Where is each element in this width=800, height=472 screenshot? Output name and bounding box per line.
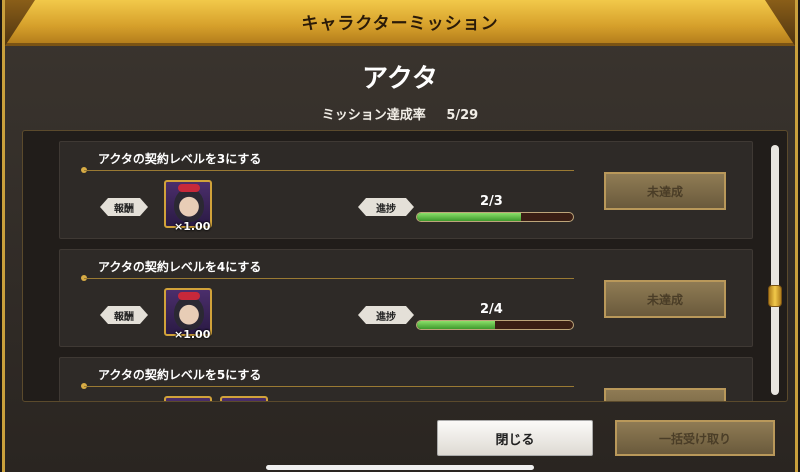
progress-ratio: 2/3 bbox=[480, 194, 503, 209]
progress-bar bbox=[416, 320, 574, 330]
achievement-value: 5/29 bbox=[446, 108, 479, 123]
progress-tag: 進捗 bbox=[358, 198, 414, 216]
progress-ratio: 2/4 bbox=[480, 302, 503, 317]
ribbon-icon bbox=[178, 292, 200, 300]
mission-list[interactable]: アクタの契約レベルを3にする 報酬 ×1.00 進捗 2/3 未達成 アクタの契… bbox=[22, 130, 788, 402]
progress-bar bbox=[416, 212, 574, 222]
reward-item-icon[interactable] bbox=[220, 396, 268, 401]
reward-quantity: ×1.00 bbox=[174, 328, 211, 341]
divider bbox=[84, 170, 574, 171]
mission-card: アクタの契約レベルを4にする 報酬 ×1.00 進捗 2/4 未達成 bbox=[59, 249, 753, 347]
divider bbox=[84, 386, 574, 387]
mission-card: アクタの契約レベルを3にする 報酬 ×1.00 進捗 2/3 未達成 bbox=[59, 141, 753, 239]
scroll-thumb[interactable] bbox=[768, 285, 782, 307]
window-title: キャラクターミッション bbox=[301, 14, 499, 34]
progress-fill bbox=[417, 213, 522, 221]
status-button[interactable]: 未達成 bbox=[604, 172, 726, 210]
reward-quantity: ×1.00 bbox=[174, 220, 211, 233]
mission-title: アクタの契約レベルを4にする bbox=[98, 260, 262, 274]
status-button[interactable]: 未達成 bbox=[604, 388, 726, 401]
close-button[interactable]: 閉じる bbox=[437, 420, 593, 456]
scrollbar[interactable] bbox=[768, 145, 782, 395]
reward-character-icon[interactable] bbox=[164, 396, 212, 401]
mission-card: アクタの契約レベルを5にする 未達成 bbox=[59, 357, 753, 401]
character-portrait bbox=[174, 296, 204, 330]
home-indicator bbox=[266, 465, 534, 470]
progress-tag: 進捗 bbox=[358, 306, 414, 324]
reward-tag: 報酬 bbox=[100, 198, 148, 216]
mission-title: アクタの契約レベルを3にする bbox=[98, 152, 262, 166]
character-name: アクタ bbox=[362, 64, 438, 94]
progress-fill bbox=[417, 321, 495, 329]
achievement-label: ミッション達成率 bbox=[321, 108, 426, 123]
character-portrait bbox=[174, 188, 204, 222]
achievement-rate: ミッション達成率 5/29 bbox=[5, 104, 795, 123]
mission-window: キャラクターミッション アクタ ミッション達成率 5/29 アクタの契約レベルを… bbox=[2, 0, 798, 472]
status-button[interactable]: 未達成 bbox=[604, 280, 726, 318]
bulk-receive-button[interactable]: 一括受け取り bbox=[615, 420, 775, 456]
divider bbox=[84, 278, 574, 279]
title-corner-right bbox=[765, 0, 795, 46]
title-corner-left bbox=[5, 0, 35, 46]
mission-title: アクタの契約レベルを5にする bbox=[98, 368, 262, 382]
reward-tag: 報酬 bbox=[100, 306, 148, 324]
ribbon-icon bbox=[178, 184, 200, 192]
title-bar: キャラクターミッション bbox=[5, 0, 795, 46]
